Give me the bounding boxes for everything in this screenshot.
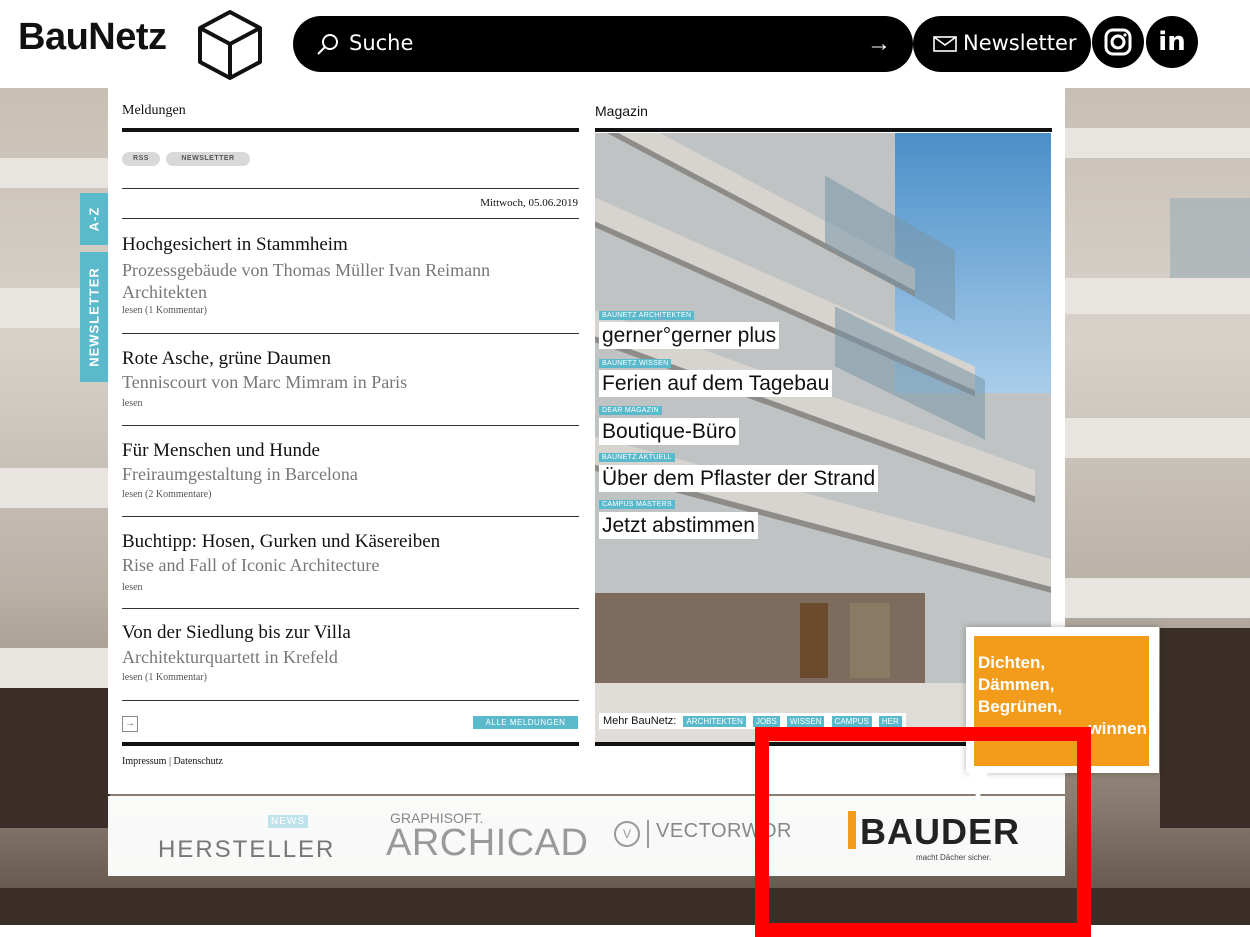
divider	[122, 516, 579, 517]
news-read-link[interactable]: lesen (1 Kommentar)	[122, 672, 207, 683]
mehr-link-her[interactable]: HER	[878, 716, 902, 727]
divider	[122, 333, 579, 334]
bg-balcony	[0, 648, 110, 688]
story-kicker[interactable]: CAMPUS MASTERS	[599, 500, 675, 509]
mail-icon	[933, 36, 957, 52]
bg-balcony	[1065, 418, 1250, 458]
baunetz-logo[interactable]: BauNetz	[18, 16, 167, 59]
garage-door	[850, 603, 890, 678]
bg-facade	[0, 688, 110, 828]
story-headline[interactable]: gerner°gerner plus	[599, 322, 780, 349]
news-read-link[interactable]: lesen (2 Kommentare)	[122, 489, 211, 500]
news-subtitle[interactable]: Prozessgebäude von Thomas Müller Ivan Re…	[122, 259, 562, 303]
divider	[122, 218, 579, 219]
news-title[interactable]: Hochgesichert in Stammheim	[122, 234, 348, 256]
newsletter-label: Newsletter	[963, 31, 1077, 55]
news-read-link[interactable]: lesen (1 Kommentar)	[122, 305, 207, 316]
story-headline[interactable]: Boutique-Büro	[599, 418, 740, 445]
tab-newsletter[interactable]: NEWSLETTER	[80, 252, 108, 382]
mehr-label: Mehr BauNetz:	[603, 715, 677, 727]
footer-links[interactable]: Impressum | Datenschutz	[122, 756, 223, 767]
door	[800, 603, 828, 678]
news-title[interactable]: Rote Asche, grüne Daumen	[122, 348, 331, 370]
mehr-link-jobs[interactable]: JOBS	[752, 716, 780, 727]
search-bar[interactable]: Suche →	[293, 16, 913, 72]
arrow-right-icon[interactable]: →	[867, 30, 891, 58]
site-header: BauNetz Suche → Newsletter in	[0, 0, 1250, 88]
divider	[122, 128, 579, 132]
bg-balcony	[0, 468, 110, 508]
archicad-logo[interactable]: ARCHICAD	[386, 822, 588, 865]
mehr-link-wissen[interactable]: WISSEN	[786, 716, 825, 727]
bg-balcony	[1065, 578, 1250, 618]
news-title[interactable]: Für Menschen und Hunde	[122, 440, 320, 462]
linkedin-button[interactable]: in	[1146, 16, 1198, 68]
search-icon	[317, 34, 338, 55]
mehr-link-campus[interactable]: CAMPUS	[831, 716, 872, 727]
news-subtitle[interactable]: Freiraumgestaltung in Barcelona	[122, 463, 562, 485]
meldungen-title: Meldungen	[122, 103, 186, 118]
magazin-title: Magazin	[595, 103, 648, 119]
story-headline[interactable]: Ferien auf dem Tagebau	[599, 370, 833, 397]
news-title[interactable]: Buchtipp: Hosen, Gurken und Käsereiben	[122, 531, 440, 553]
story-kicker[interactable]: BAUNETZ AKTUELL	[599, 453, 675, 462]
bg-balcony	[1065, 278, 1250, 314]
news-badge: NEWS	[268, 815, 308, 828]
newsletter-tag[interactable]: NEWSLETTER	[166, 152, 250, 166]
news-subtitle[interactable]: Tenniscourt von Marc Mimram in Paris	[122, 371, 562, 393]
bg-railing	[1170, 198, 1250, 278]
story-kicker[interactable]: BAUNETZ ARCHITEKTEN	[599, 311, 695, 320]
mehr-link-architekten[interactable]: ARCHITEKTEN	[683, 716, 746, 727]
divider	[122, 425, 579, 426]
alle-meldungen-button[interactable]: ALLE MELDUNGEN	[473, 716, 578, 729]
divider	[122, 188, 579, 189]
divider	[647, 820, 649, 848]
newsletter-button[interactable]: Newsletter	[913, 16, 1091, 72]
divider	[595, 128, 1052, 132]
story-headline[interactable]: Jetzt abstimmen	[599, 512, 758, 539]
hersteller-link[interactable]: HERSTELLER	[158, 836, 335, 864]
divider	[122, 742, 579, 746]
story-kicker[interactable]: BAUNETZ WISSEN	[599, 359, 672, 368]
bg-balcony	[1065, 128, 1250, 158]
story-headline[interactable]: Über dem Pflaster der Strand	[599, 465, 879, 492]
news-subtitle[interactable]: Architekturquartett in Krefeld	[122, 646, 562, 668]
search-input[interactable]: Suche	[349, 31, 413, 55]
story-kicker[interactable]: DEAR MAGAZIN	[599, 406, 662, 415]
next-arrow-icon[interactable]: →	[122, 716, 138, 732]
rss-tag[interactable]: RSS	[122, 152, 160, 166]
news-title[interactable]: Von der Siedlung bis zur Villa	[122, 622, 351, 644]
news-subtitle[interactable]: Rise and Fall of Iconic Architecture	[122, 554, 562, 576]
bg-facade	[1160, 628, 1250, 828]
news-read-link[interactable]: lesen	[122, 582, 143, 593]
divider	[122, 700, 579, 701]
instagram-button[interactable]	[1092, 16, 1144, 68]
instagram-icon	[1104, 28, 1132, 56]
bg-balcony	[0, 158, 110, 188]
news-read-link[interactable]: lesen	[122, 398, 143, 409]
vectorworks-icon: V	[614, 821, 640, 847]
cube-logo-icon[interactable]	[196, 8, 264, 80]
highlight-box	[755, 727, 1091, 937]
date-label: Mittwoch, 05.06.2019	[480, 197, 578, 209]
divider	[122, 608, 579, 609]
tab-a-z[interactable]: A-Z	[80, 193, 108, 245]
